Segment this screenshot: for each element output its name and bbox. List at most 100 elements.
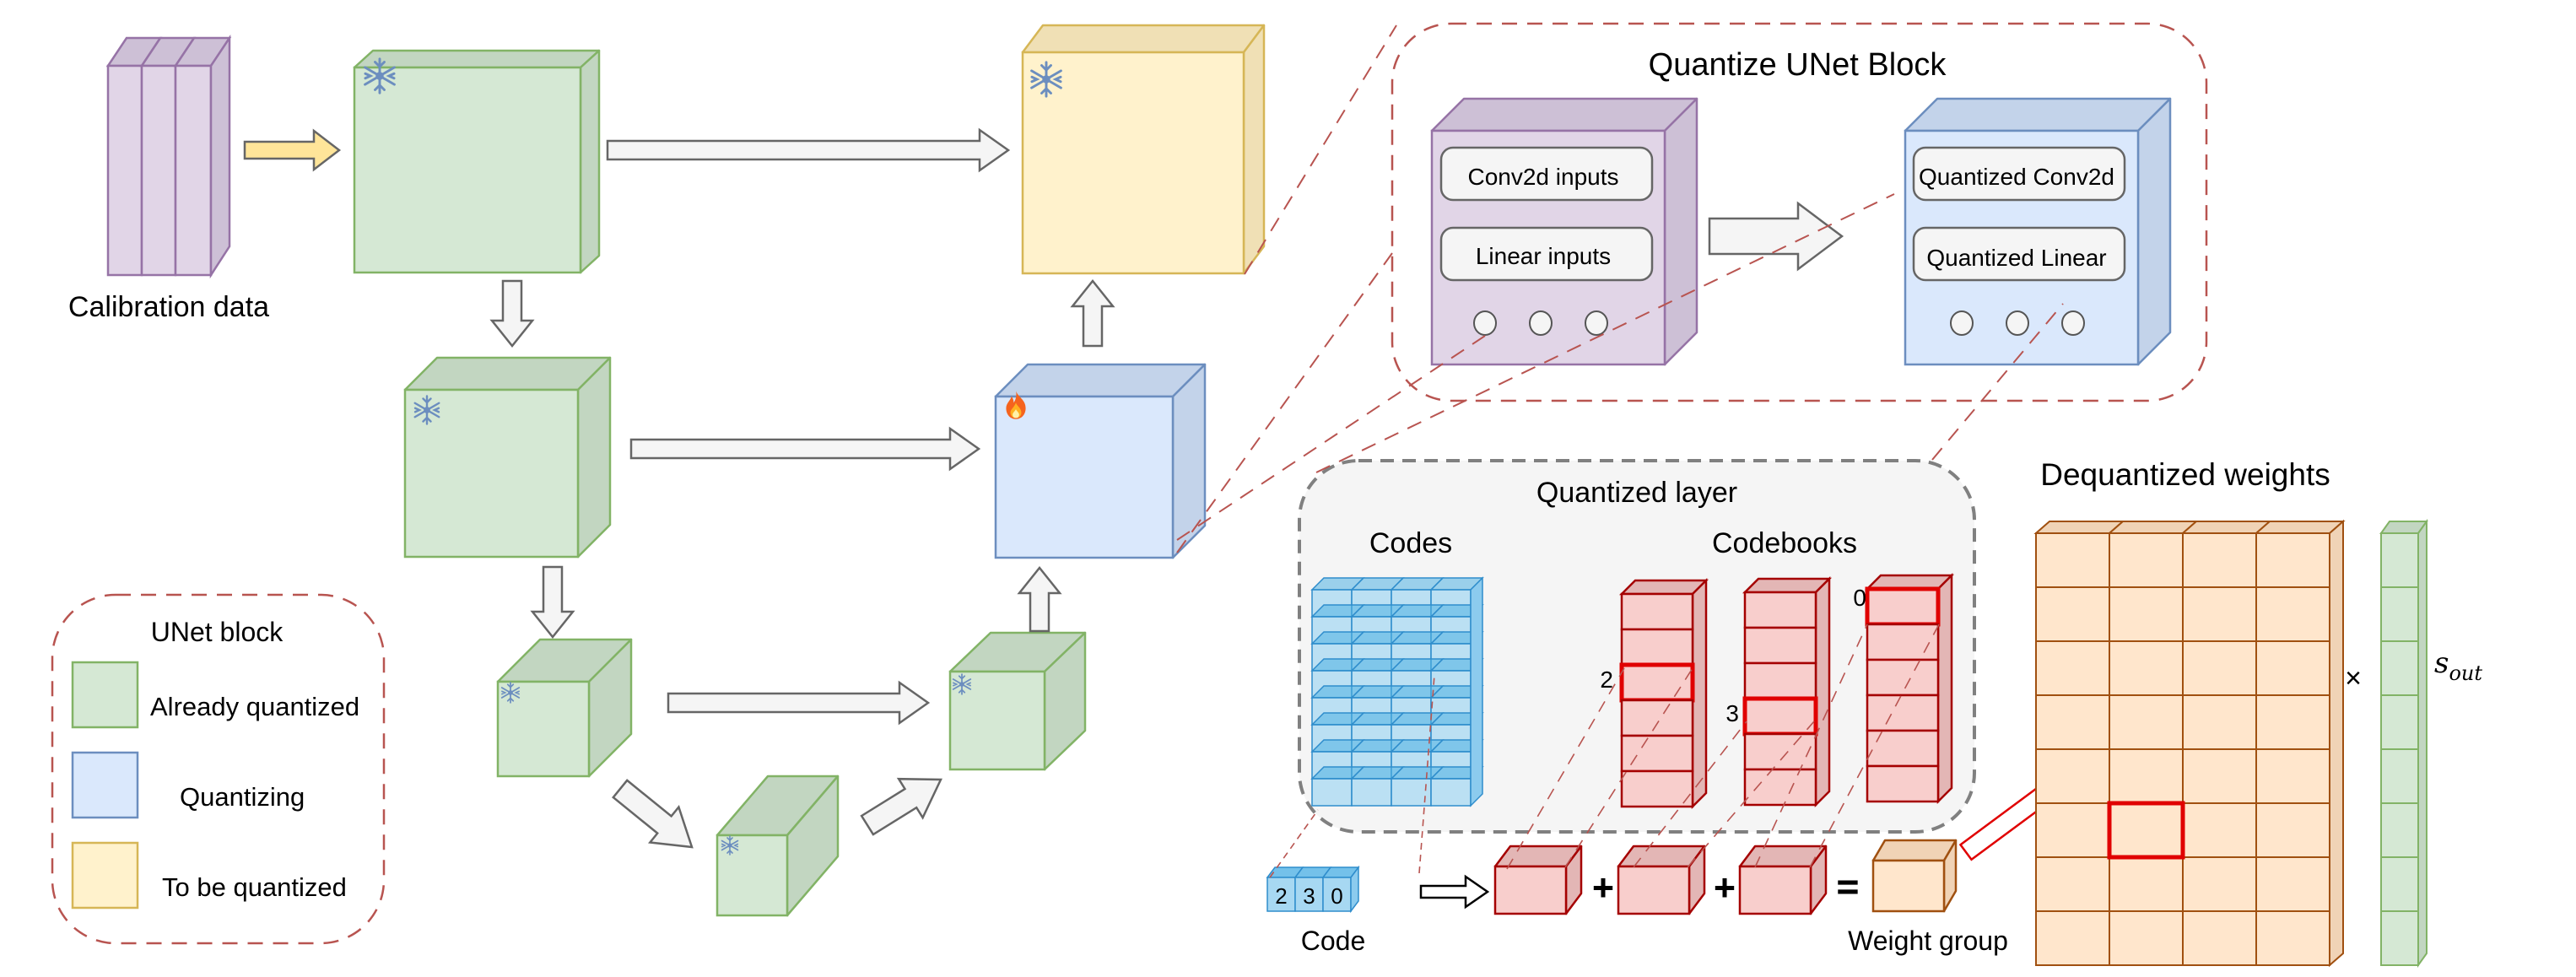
codebook-entry[interactable] (1743, 626, 1817, 665)
calibration-slab-side (209, 34, 231, 279)
scale-entry[interactable] (2380, 748, 2419, 804)
codebook-entry[interactable] (1866, 623, 1940, 661)
codebook-entry-selected[interactable] (1619, 662, 1695, 703)
dequantized-title: Dequantized weights (2040, 457, 2330, 492)
weight-group-cube-top (1871, 839, 1958, 862)
scale-entry[interactable] (2380, 694, 2419, 750)
codes-grid (1310, 576, 1484, 807)
weight-cell[interactable] (2109, 532, 2184, 588)
legend-label-quantizing: Quantizing (180, 782, 305, 812)
codebook-entry-selected[interactable] (1742, 696, 1818, 737)
codebook-entry[interactable] (1743, 732, 1817, 771)
scale-side (2417, 518, 2427, 969)
weight-cell[interactable] (2255, 748, 2330, 804)
up-arrow-3 (860, 777, 942, 836)
weight-cell[interactable] (2255, 532, 2330, 588)
weight-cell[interactable] (2109, 856, 2184, 912)
scale-entry[interactable] (2380, 640, 2419, 696)
weight-cell[interactable] (2255, 802, 2330, 858)
code-cell[interactable] (1351, 778, 1392, 807)
codebook-vector-3 (1738, 845, 1828, 915)
unet-block-dec3[interactable] (948, 631, 1087, 771)
codebook-entry[interactable] (1620, 769, 1694, 808)
code-cell[interactable] (1430, 778, 1472, 807)
codebook-entry[interactable] (1743, 591, 1817, 629)
weight-cell[interactable] (2109, 640, 2184, 696)
input-item-linear: Linear inputs (1476, 243, 1611, 269)
codebook-entry[interactable] (1866, 764, 1940, 803)
codebook-entry[interactable] (1866, 694, 1940, 732)
weight-cell[interactable] (2109, 694, 2184, 750)
down-arrow-3 (612, 779, 694, 849)
codebook-entry[interactable] (1620, 628, 1694, 667)
unet-block-dec2[interactable] (994, 363, 1207, 559)
weight-cell[interactable] (2035, 532, 2110, 588)
weight-cell[interactable] (2182, 694, 2257, 750)
codebook-entry[interactable] (1620, 734, 1694, 773)
unet-block-enc1-front (353, 66, 582, 274)
output-item-linear: Quantized Linear (1926, 245, 2106, 271)
weight-cell[interactable] (2035, 856, 2110, 912)
codebook-entry[interactable] (1620, 592, 1694, 631)
unet-block-enc2[interactable] (403, 356, 612, 559)
codebook-2 (1742, 575, 1833, 808)
scale-entry[interactable] (2380, 586, 2419, 642)
weight-cell[interactable] (2182, 586, 2257, 642)
weight-cell[interactable] (2109, 586, 2184, 642)
weight-cell[interactable] (2182, 640, 2257, 696)
weight-cell[interactable] (2035, 910, 2110, 966)
scale-entry[interactable] (2380, 532, 2419, 588)
codebook-vector-1-front (1493, 865, 1568, 915)
weight-cell[interactable] (2109, 748, 2184, 804)
ellipsis-dot (1585, 310, 1608, 336)
codebook-entry[interactable] (1620, 699, 1694, 737)
unet-block-enc1[interactable] (353, 49, 601, 274)
weight-cell[interactable] (2182, 748, 2257, 804)
scale-entry[interactable] (2380, 856, 2419, 912)
weight-cell[interactable] (2035, 586, 2110, 642)
scale-entry[interactable] (2380, 910, 2419, 966)
calibration-slab-front (140, 64, 177, 277)
scale-entry[interactable] (2380, 802, 2419, 858)
unet-block-enc1-top (353, 49, 601, 69)
grid-top (2107, 521, 2199, 534)
legend-title: UNet block (151, 617, 284, 647)
weight-cell[interactable] (2035, 694, 2110, 750)
unet-block-enc3[interactable] (496, 638, 633, 778)
grid-top (2254, 521, 2346, 534)
unet-block-dec1-top (1021, 24, 1266, 54)
skip-arrow-2 (629, 426, 981, 472)
down-arrow-1 (489, 279, 535, 348)
weight-cell[interactable] (2182, 856, 2257, 912)
codebook-entry[interactable] (1743, 661, 1817, 700)
weight-cell[interactable] (2035, 802, 2110, 858)
unet-block-dec1[interactable] (1021, 24, 1266, 275)
legend-swatch-already-quantized (71, 661, 139, 729)
quantize-arrow (1708, 201, 1844, 272)
input-layers-box-side (1663, 97, 1698, 366)
weight-cell[interactable] (2255, 586, 2330, 642)
scale-vector (2379, 518, 2428, 969)
diagram-canvas: 2 3 0 + + = Calibration data UNet block Alrea… (51, 22, 2482, 969)
codebook-entry[interactable] (1866, 658, 1940, 697)
weight-cell[interactable] (2182, 802, 2257, 858)
unet-block-mid[interactable] (716, 775, 840, 917)
weight-cell[interactable] (2255, 910, 2330, 966)
weight-cell[interactable] (2035, 748, 2110, 804)
calibration-arrow (243, 128, 342, 172)
weight-cell[interactable] (2109, 910, 2184, 966)
unet-block-dec2-top (994, 363, 1207, 398)
weight-cell[interactable] (2255, 694, 2330, 750)
codebook-entry[interactable] (1866, 729, 1940, 768)
codebook-entry-selected[interactable] (1865, 586, 1941, 627)
weight-cell[interactable] (2035, 640, 2110, 696)
weight-cell[interactable] (2255, 640, 2330, 696)
unet-block-enc2-top (403, 356, 612, 391)
grid-top (2180, 521, 2272, 534)
weight-cell[interactable] (2109, 802, 2184, 858)
codebook-entry[interactable] (1743, 768, 1817, 807)
weight-cell[interactable] (2255, 856, 2330, 912)
weight-cell[interactable] (2182, 910, 2257, 966)
code-cell[interactable] (1311, 778, 1353, 807)
weight-cell[interactable] (2182, 532, 2257, 588)
